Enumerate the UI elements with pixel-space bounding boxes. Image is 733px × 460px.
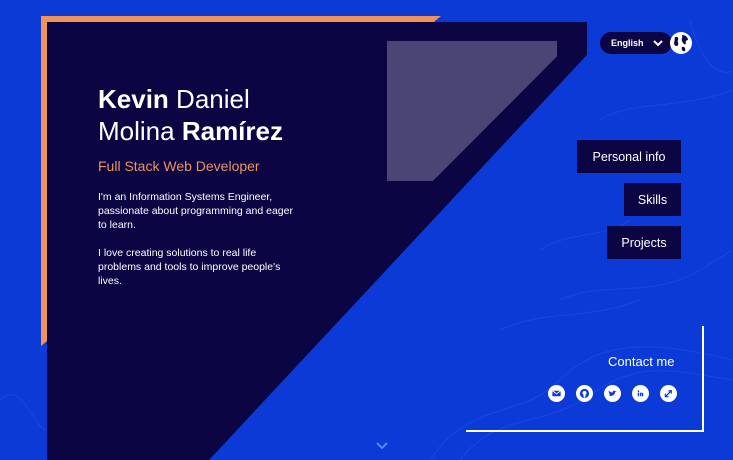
nav-skills-button[interactable]: Skills (624, 183, 681, 216)
nav-projects-button[interactable]: Projects (607, 226, 681, 259)
first-name: Kevin (98, 84, 169, 114)
middle-name: Daniel (176, 84, 250, 114)
profile-name: Kevin Daniel Molina Ramírez (98, 83, 283, 147)
bio-paragraph: I'm an Information Systems Engineer, pas… (98, 191, 293, 231)
contact-title: Contact me (608, 354, 675, 369)
nav-personal-info-button[interactable]: Personal info (577, 140, 681, 173)
globe-icon[interactable] (669, 31, 693, 55)
external-profile-icon[interactable] (660, 385, 677, 402)
chevron-down-icon (652, 40, 663, 47)
github-icon[interactable] (576, 385, 593, 402)
bio-paragraph: I love creating solutions to real life p… (98, 247, 281, 287)
linkedin-icon[interactable] (632, 385, 649, 402)
language-select[interactable]: English (600, 32, 672, 54)
twitter-icon[interactable] (604, 385, 621, 402)
last-name-first: Molina (98, 116, 175, 146)
language-selected: English (611, 38, 644, 48)
scroll-down-chevron-icon[interactable] (374, 440, 390, 452)
email-icon[interactable] (548, 385, 565, 402)
profile-role: Full Stack Web Developer (98, 158, 260, 174)
contact-box (466, 326, 704, 432)
last-name-second: Ramírez (181, 116, 283, 146)
